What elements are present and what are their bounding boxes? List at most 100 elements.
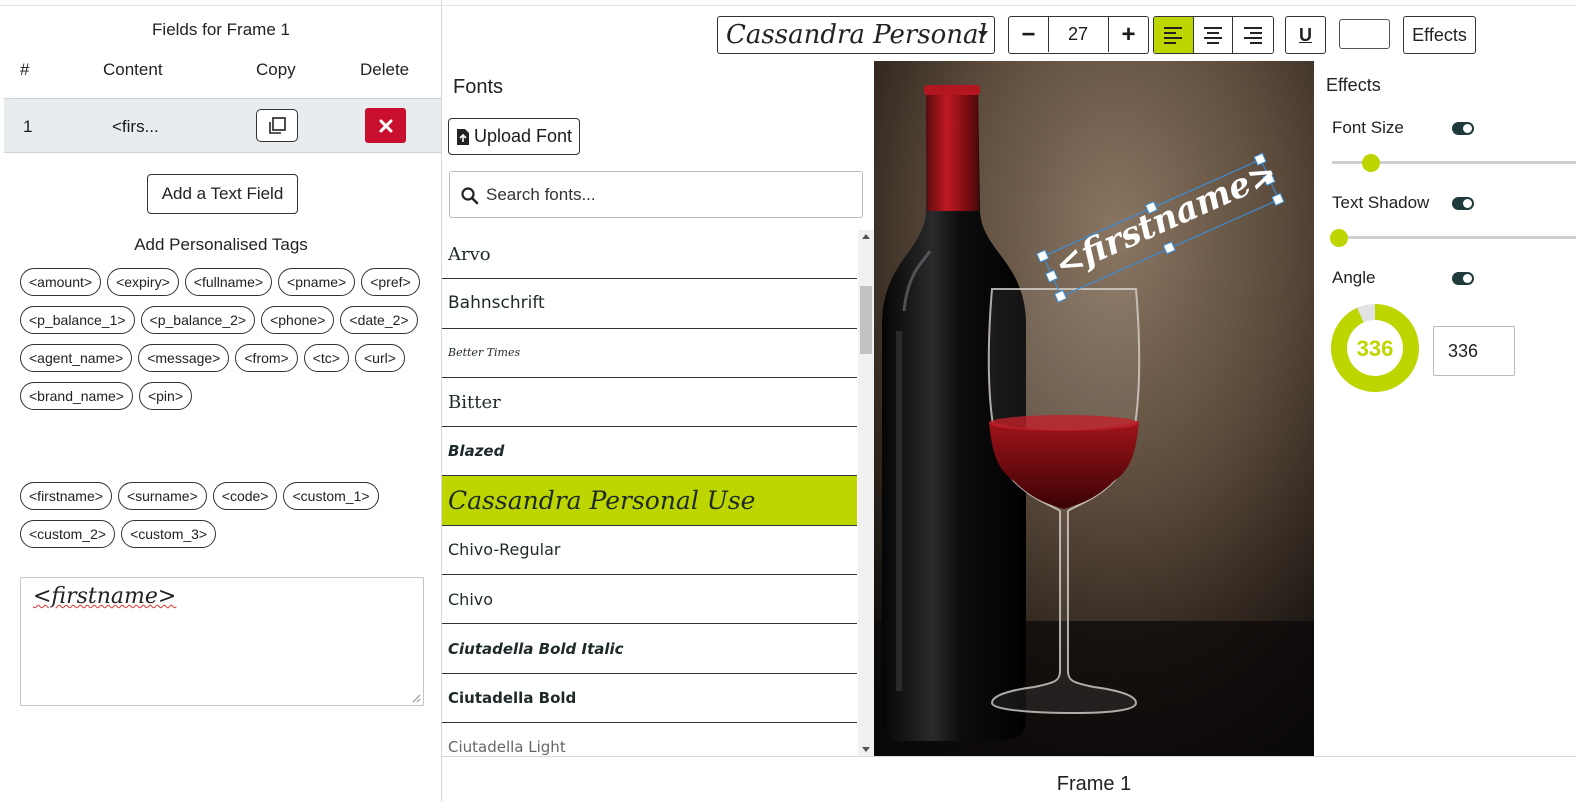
effects-button[interactable]: Effects xyxy=(1403,16,1476,54)
search-placeholder: Search fonts... xyxy=(486,185,596,204)
copy-button[interactable] xyxy=(256,109,298,142)
text-shadow-slider-thumb[interactable] xyxy=(1330,229,1348,247)
tag-chip[interactable]: <pref> xyxy=(361,268,420,296)
font-size-toggle[interactable] xyxy=(1452,122,1474,135)
decrease-size-button[interactable]: − xyxy=(1009,17,1049,52)
fonts-title: Fonts xyxy=(453,76,504,98)
tag-chip[interactable]: <expiry> xyxy=(107,268,179,296)
upload-font-button[interactable]: Upload Font xyxy=(448,118,580,155)
align-center-button[interactable] xyxy=(1193,17,1234,53)
fields-panel-title: Fields for Frame 1 xyxy=(152,20,290,39)
table-row[interactable]: 1 <firs... xyxy=(4,98,441,153)
tag-chip[interactable]: <amount> xyxy=(20,268,102,296)
scroll-up-icon[interactable] xyxy=(862,234,870,239)
tags-title: Add Personalised Tags xyxy=(134,235,308,254)
text-shadow-toggle[interactable] xyxy=(1452,197,1474,210)
font-list-scrollbar[interactable] xyxy=(858,230,874,756)
font-size-slider-thumb[interactable] xyxy=(1362,154,1380,172)
tag-chip[interactable]: <custom_2> xyxy=(20,520,116,548)
scrollbar-thumb[interactable] xyxy=(860,286,872,354)
tag-chip[interactable]: <firstname> xyxy=(20,482,112,510)
resize-grip-icon[interactable] xyxy=(411,693,421,703)
upload-font-label: Upload Font xyxy=(473,126,573,146)
text-toolbar: Cassandra Personal Use − 27 + U Effects xyxy=(442,5,1576,66)
font-size-value[interactable]: 27 xyxy=(1049,17,1107,52)
frame-label[interactable]: Frame 1 xyxy=(442,773,1576,796)
font-list-item[interactable]: Bitter xyxy=(442,378,857,428)
fields-panel: Fields for Frame 1 # Content Copy Delete… xyxy=(0,0,442,802)
font-select-value: Cassandra Personal Use xyxy=(726,20,994,50)
design-canvas[interactable]: <firstname> xyxy=(874,61,1314,756)
file-upload-icon xyxy=(456,128,469,145)
tag-chip[interactable]: <pname> xyxy=(278,268,356,296)
add-text-field-button[interactable]: Add a Text Field xyxy=(147,174,298,214)
underline-button[interactable]: U xyxy=(1285,16,1326,54)
font-list-item[interactable]: Bahnschrift xyxy=(442,279,857,329)
effects-title: Effects xyxy=(1326,75,1381,95)
text-shadow-label: Text Shadow xyxy=(1332,193,1430,212)
tag-chip[interactable]: <p_balance_2> xyxy=(140,306,256,334)
column-header-copy: Copy xyxy=(256,60,296,79)
tag-chip[interactable]: <phone> xyxy=(261,306,335,334)
tag-chip[interactable]: <url> xyxy=(354,344,405,372)
scroll-down-icon[interactable] xyxy=(862,747,870,752)
font-size-stepper: − 27 + xyxy=(1008,16,1149,54)
frame-footer: Frame 1 xyxy=(442,756,1576,802)
search-icon xyxy=(461,187,479,205)
align-left-icon xyxy=(1164,27,1183,44)
tag-chip[interactable]: <custom_1> xyxy=(283,482,379,510)
alignment-group xyxy=(1153,16,1274,54)
tag-chip[interactable]: <tc> xyxy=(303,344,349,372)
tag-chip[interactable]: <p_balance_1> xyxy=(20,306,135,334)
text-shadow-slider[interactable] xyxy=(1332,236,1576,239)
font-list: Arvo Bahnschrift Better Times Bitter Blazed C… xyxy=(442,230,857,756)
angle-dial-value: 336 xyxy=(1357,336,1394,361)
tag-chip[interactable]: <surname> xyxy=(117,482,207,510)
column-header-number: # xyxy=(20,60,30,79)
angle-label: Angle xyxy=(1332,268,1376,287)
text-field-value: <firstname> xyxy=(33,584,177,609)
align-right-button[interactable] xyxy=(1233,17,1273,53)
copy-icon xyxy=(269,116,286,134)
angle-dial[interactable]: 336 xyxy=(1329,302,1421,394)
increase-size-button[interactable]: + xyxy=(1108,17,1148,52)
tag-chip[interactable]: <from> xyxy=(235,344,298,372)
tag-group-standard: <amount> <expiry> <fullname> <pname> <pref> <… xyxy=(20,268,425,410)
tag-chip[interactable]: <brand_name> xyxy=(20,382,133,410)
chevron-down-icon xyxy=(978,31,988,37)
color-picker[interactable] xyxy=(1339,19,1390,49)
effects-panel: Effects Font Size Text Shadow Angle 336 … xyxy=(1314,62,1576,756)
delete-button[interactable] xyxy=(365,108,406,143)
font-list-item[interactable]: Ciutadella Light xyxy=(442,723,857,756)
row-number: 1 xyxy=(23,117,33,136)
fonts-panel: Fonts Upload Font Search fonts... Arvo Ba… xyxy=(442,62,874,756)
font-list-item[interactable]: Cassandra Personal Use xyxy=(442,476,857,526)
font-list-item[interactable]: Ciutadella Bold xyxy=(442,674,857,723)
align-right-icon xyxy=(1244,27,1263,44)
align-center-icon xyxy=(1204,27,1222,44)
close-icon xyxy=(379,119,392,132)
font-list-item[interactable]: Ciutadella Bold Italic xyxy=(442,624,857,674)
font-list-item[interactable]: Chivo-Regular xyxy=(442,526,857,576)
tag-chip[interactable]: <fullname> xyxy=(184,268,273,296)
text-field-input[interactable]: <firstname> xyxy=(20,577,424,706)
tag-group-custom: <firstname> <surname> <code> <custom_1> <cus… xyxy=(20,482,425,548)
divider xyxy=(0,5,442,6)
font-list-item[interactable]: Arvo xyxy=(442,230,857,280)
align-left-button[interactable] xyxy=(1154,17,1194,53)
font-select[interactable]: Cassandra Personal Use xyxy=(717,16,995,54)
font-list-item[interactable]: Better Times xyxy=(442,329,857,378)
font-list-item[interactable]: Blazed xyxy=(442,427,857,477)
angle-toggle[interactable] xyxy=(1452,272,1474,285)
font-list-item[interactable]: Chivo xyxy=(442,575,857,625)
row-content[interactable]: <firs... xyxy=(112,117,159,137)
tag-chip[interactable]: <code> xyxy=(212,482,278,510)
tag-chip[interactable]: <date_2> xyxy=(340,306,418,334)
tag-chip[interactable]: <custom_3> xyxy=(121,520,217,548)
tag-chip[interactable]: <agent_name> xyxy=(20,344,133,372)
tag-chip[interactable]: <message> xyxy=(138,344,230,372)
font-search-input[interactable]: Search fonts... xyxy=(449,171,863,218)
angle-input[interactable]: 336 xyxy=(1433,326,1515,376)
tag-chip[interactable]: <pin> xyxy=(138,382,193,410)
font-size-effect-label: Font Size xyxy=(1332,118,1404,137)
